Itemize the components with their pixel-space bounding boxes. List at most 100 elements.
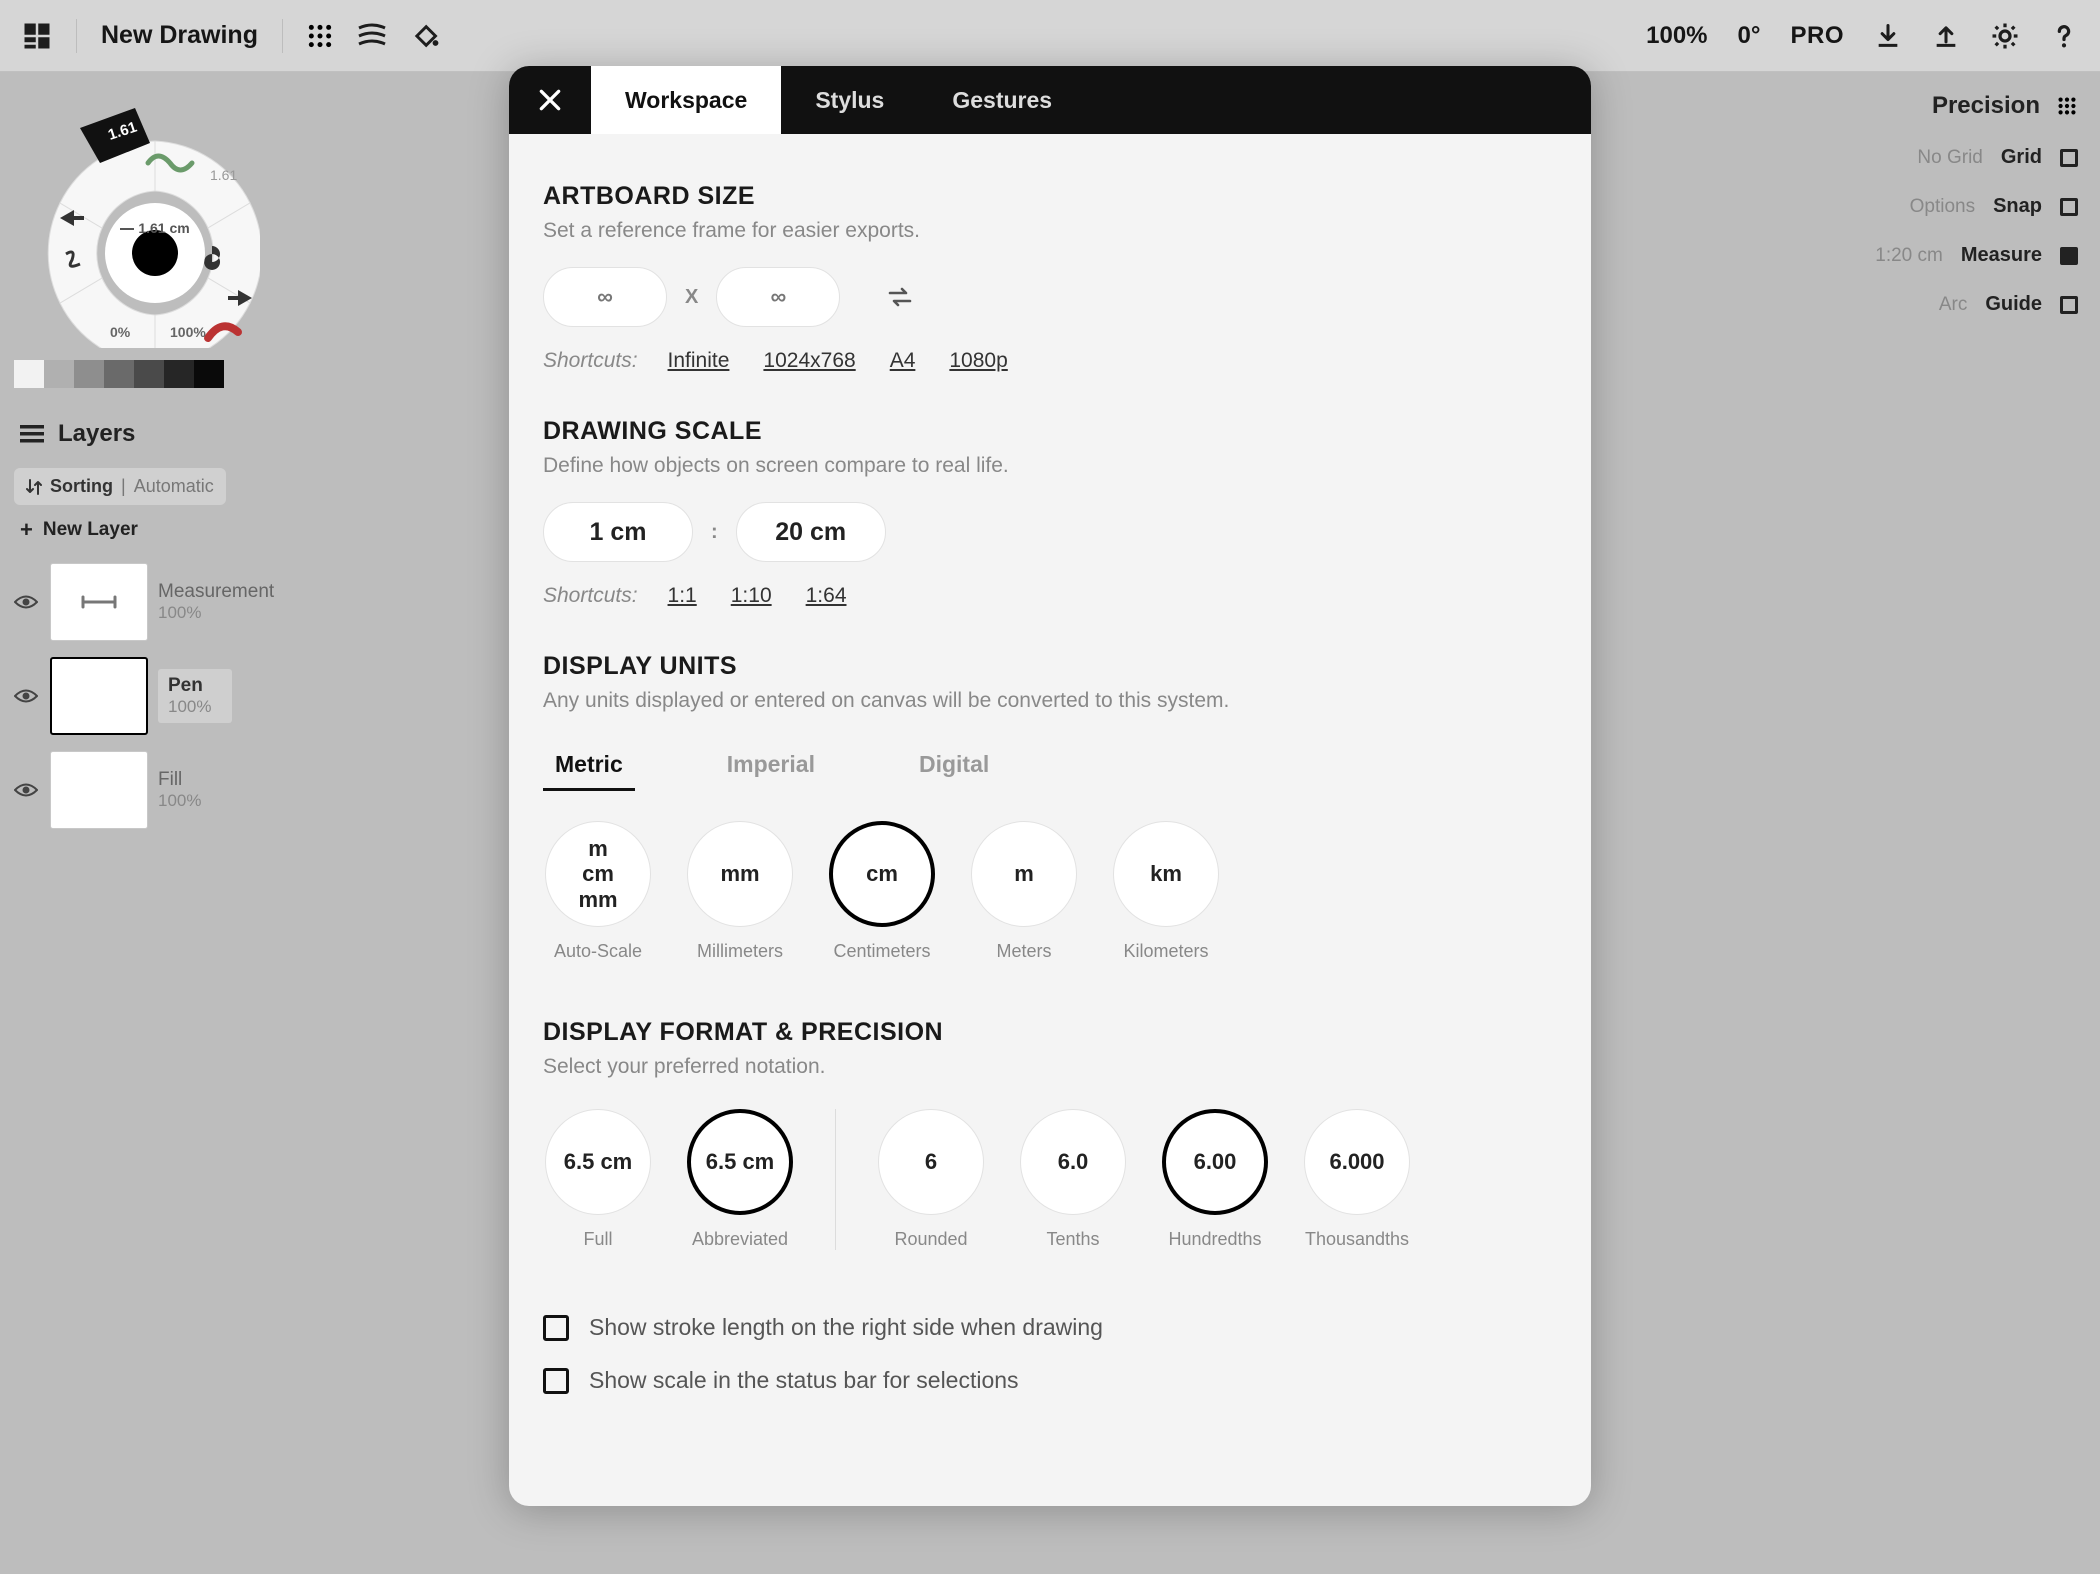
artboard-height-input[interactable]: ∞ [716, 267, 840, 327]
notation-caption: Abbreviated [692, 1229, 788, 1250]
drag-grid-icon[interactable] [2056, 95, 2078, 117]
unit-caption: Centimeters [833, 941, 930, 962]
unit-option-auto-scale[interactable]: mcmmmAuto-Scale [543, 821, 653, 962]
precision-option-tenths[interactable]: 6.0Tenths [1018, 1109, 1128, 1250]
close-button[interactable] [509, 66, 591, 134]
scale-shortcut-1-1[interactable]: 1:1 [668, 584, 697, 608]
layer-opacity: 100% [168, 697, 222, 717]
swatch-3[interactable] [104, 360, 134, 388]
precision-toggle-box[interactable] [2060, 296, 2078, 314]
artboard-shortcut-a4[interactable]: A4 [890, 349, 916, 373]
scale-left-input[interactable]: 1 cm [543, 502, 693, 562]
precision-circle: 6.00 [1162, 1109, 1268, 1215]
unit-tab-digital[interactable]: Digital [907, 741, 1001, 791]
eye-icon[interactable] [14, 593, 40, 611]
tab-workspace[interactable]: Workspace [591, 66, 781, 134]
precision-option-hundredths[interactable]: 6.00 Hundredths [1160, 1109, 1270, 1250]
units-title: DISPLAY UNITS [543, 652, 1557, 681]
layer-name: Fill [158, 769, 201, 791]
artboard-shortcut-infinite[interactable]: Infinite [668, 349, 730, 373]
layers-sorting-pill[interactable]: Sorting | Automatic [14, 468, 226, 505]
swap-orientation-icon[interactable] [886, 284, 914, 310]
settings-modal: Workspace Stylus Gestures ARTBOARD SIZE … [509, 66, 1591, 1506]
unit-option-millimeters[interactable]: mmMillimeters [685, 821, 795, 962]
artboard-desc: Set a reference frame for easier exports… [543, 219, 1557, 243]
tab-gestures[interactable]: Gestures [918, 66, 1086, 134]
precision-option-thousandths[interactable]: 6.000Thousandths [1302, 1109, 1412, 1250]
precision-row-label: Guide [1985, 293, 2042, 316]
artboard-title: ARTBOARD SIZE [543, 182, 1557, 211]
precision-row-grid[interactable]: No GridGrid [1917, 146, 2078, 169]
brush-size-readout: 1.61 cm [115, 220, 195, 236]
checkbox-icon [543, 1315, 569, 1341]
precision-row-measure[interactable]: 1:20 cmMeasure [1875, 244, 2078, 267]
swatch-1[interactable] [44, 360, 74, 388]
precision-circle: 6 [878, 1109, 984, 1215]
plus-icon: + [20, 517, 33, 543]
checkbox-icon [543, 1368, 569, 1394]
unit-caption: Auto-Scale [554, 941, 642, 962]
units-desc: Any units displayed or entered on canvas… [543, 689, 1557, 713]
unit-tab-imperial[interactable]: Imperial [715, 741, 827, 791]
layer-opacity: 100% [158, 603, 274, 623]
unit-tab-metric[interactable]: Metric [543, 741, 635, 791]
swatch-0[interactable] [14, 360, 44, 388]
precision-toggle-box[interactable] [2060, 247, 2078, 265]
scale-colon-sep: : [711, 521, 718, 544]
artboard-shortcut-1024x768[interactable]: 1024x768 [763, 349, 855, 373]
color-swatches[interactable] [14, 360, 224, 388]
notation-caption: Full [583, 1229, 612, 1250]
layer-row-pen[interactable]: Pen100% [14, 649, 284, 743]
layer-thumb[interactable] [50, 563, 148, 641]
new-layer-button[interactable]: + New Layer [14, 505, 284, 555]
artboard-width-input[interactable]: ∞ [543, 267, 667, 327]
artboard-shortcut-1080p[interactable]: 1080p [949, 349, 1007, 373]
brush-color-core[interactable] [105, 203, 205, 303]
layers-menu-icon[interactable] [20, 424, 44, 444]
unit-option-centimeters[interactable]: cmCentimeters [827, 821, 937, 962]
brush-radial-menu[interactable]: 1.61 1.61 3.85 1.61 cm 0% 100% [20, 88, 260, 348]
swatch-6[interactable] [194, 360, 224, 388]
layer-row-fill[interactable]: Fill100% [14, 743, 284, 837]
precision-row-label: Snap [1993, 195, 2042, 218]
scale-shortcuts-label: Shortcuts: [543, 584, 638, 608]
precision-caption: Rounded [894, 1229, 967, 1250]
precision-row-muted: Arc [1939, 294, 1968, 316]
precision-caption: Hundredths [1168, 1229, 1261, 1250]
swatch-4[interactable] [134, 360, 164, 388]
swatch-5[interactable] [164, 360, 194, 388]
scale-shortcut-1-64[interactable]: 1:64 [806, 584, 847, 608]
unit-option-kilometers[interactable]: kmKilometers [1111, 821, 1221, 962]
precision-option-rounded[interactable]: 6 Rounded [876, 1109, 986, 1250]
unit-option-meters[interactable]: mMeters [969, 821, 1079, 962]
swatch-2[interactable] [74, 360, 104, 388]
scale-shortcut-1-10[interactable]: 1:10 [731, 584, 772, 608]
tab-stylus[interactable]: Stylus [781, 66, 918, 134]
format-divider [835, 1109, 836, 1250]
precision-row-snap[interactable]: OptionsSnap [1910, 195, 2078, 218]
check-stroke-length[interactable]: Show stroke length on the right side whe… [543, 1314, 1557, 1341]
layer-row-measurement[interactable]: Measurement100% [14, 555, 284, 649]
eye-icon[interactable] [14, 781, 40, 799]
layers-title: Layers [58, 420, 135, 448]
layer-name: Pen [168, 675, 222, 697]
layer-thumb[interactable] [50, 751, 148, 829]
scale-right-input[interactable]: 20 cm [736, 502, 886, 562]
precision-circle: 6.0 [1020, 1109, 1126, 1215]
notation-option-abbreviated[interactable]: 6.5 cmAbbreviated [685, 1109, 795, 1250]
notation-option-full[interactable]: 6.5 cmFull [543, 1109, 653, 1250]
precision-toggle-box[interactable] [2060, 149, 2078, 167]
precision-title[interactable]: Precision [1932, 92, 2040, 120]
brush-opacity-max: 100% [170, 324, 206, 340]
precision-panel: Precision No GridGrid OptionsSnap 1:20 cmM… [1875, 92, 2078, 316]
check-scale-status[interactable]: Show scale in the status bar for selecti… [543, 1367, 1557, 1394]
precision-row-guide[interactable]: Arc Guide [1939, 293, 2078, 316]
precision-row-label: Grid [2001, 146, 2042, 169]
scale-title: DRAWING SCALE [543, 417, 1557, 446]
precision-toggle-box[interactable] [2060, 198, 2078, 216]
brush-opacity-min: 0% [110, 324, 130, 340]
artboard-x-sep: X [685, 286, 698, 309]
precision-row-label: Measure [1961, 244, 2042, 267]
eye-icon[interactable] [14, 687, 40, 705]
layer-thumb[interactable] [50, 657, 148, 735]
